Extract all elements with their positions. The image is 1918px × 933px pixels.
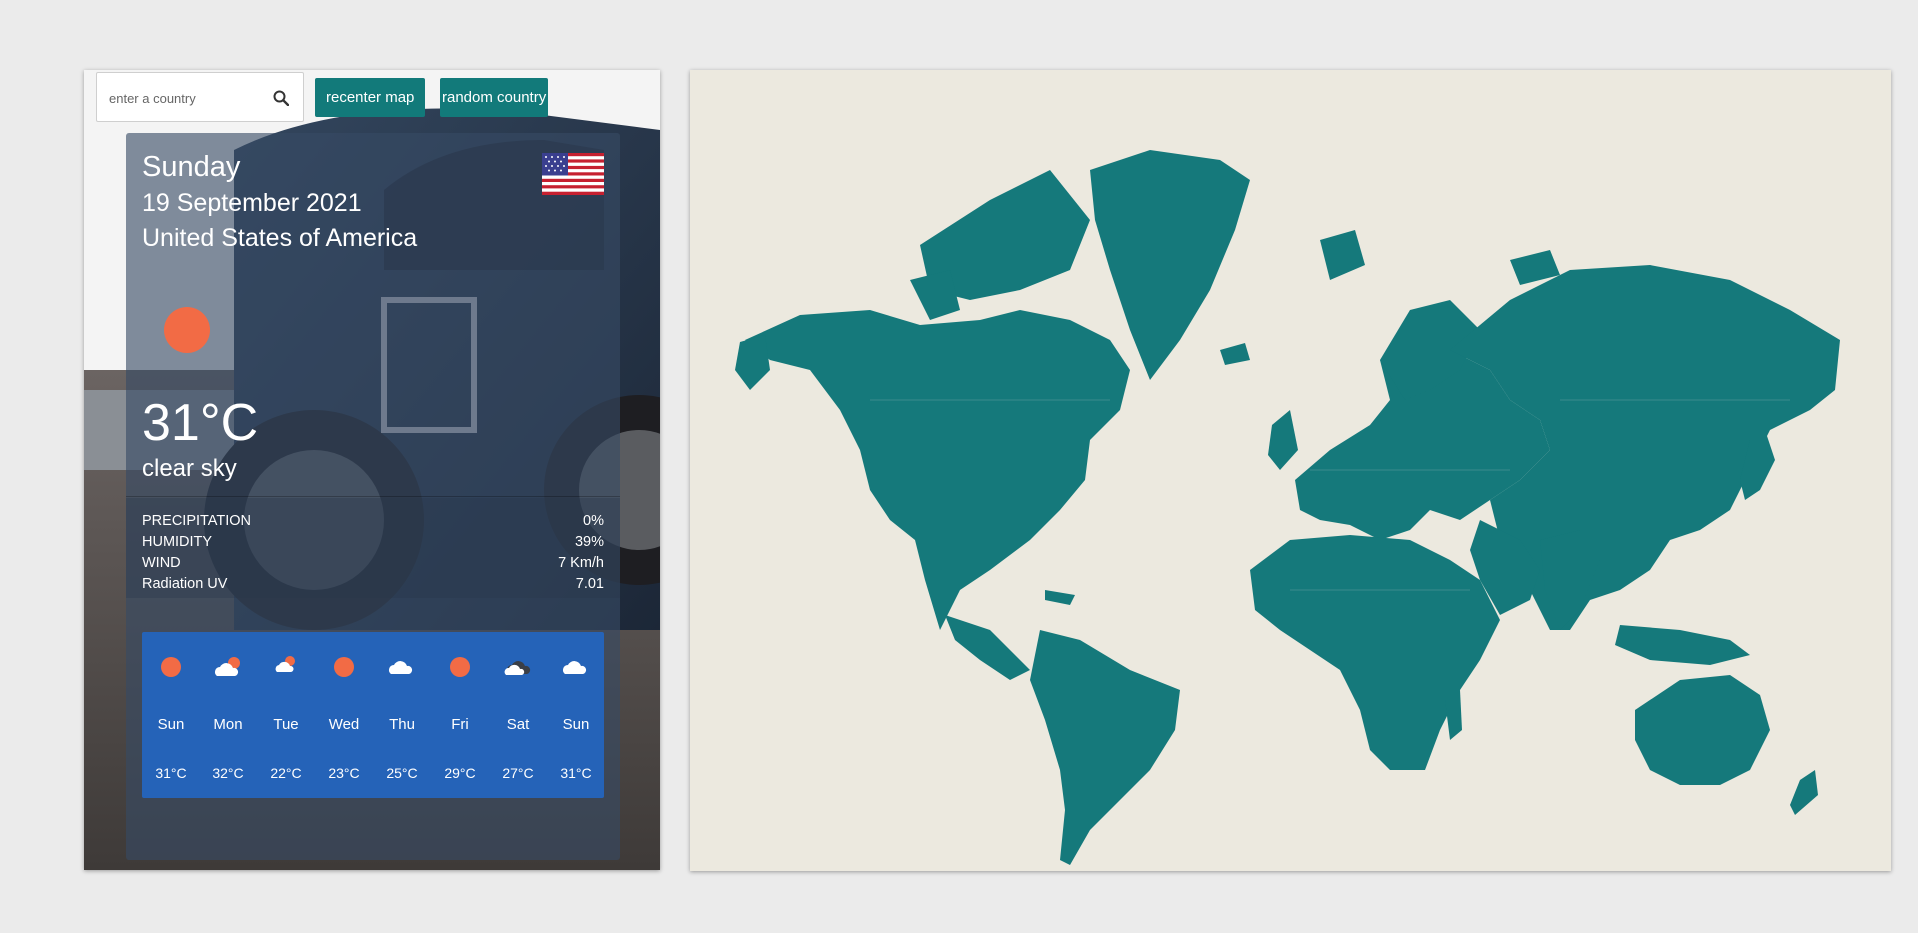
forecast-day-label: Sat xyxy=(506,716,530,733)
stat-precipitation: PRECIPITATION 0% xyxy=(142,513,604,533)
forecast-day: Wed 23°C xyxy=(315,632,373,798)
stat-value: 7 Km/h xyxy=(558,555,604,571)
weather-day: Sunday xyxy=(142,151,241,183)
forecast-day: Tue 22°C xyxy=(257,632,315,798)
forecast-temp: 23°C xyxy=(328,765,360,781)
north-america-landmass[interactable] xyxy=(745,310,1130,630)
sun-icon xyxy=(450,657,470,677)
stat-label: HUMIDITY xyxy=(142,534,213,550)
forecast-temp: 22°C xyxy=(270,765,302,781)
dark-cloud-icon xyxy=(504,661,531,675)
africa-landmass[interactable] xyxy=(1250,535,1500,770)
stat-label: Radiation UV xyxy=(142,576,228,592)
forecast-day: Sun 31°C xyxy=(142,632,200,798)
search-input[interactable] xyxy=(107,85,261,111)
random-country-button[interactable]: random country xyxy=(440,78,549,117)
forecast-day-label: Sun xyxy=(157,716,185,733)
stat-humidity: HUMIDITY 39% xyxy=(142,534,604,554)
sun-icon xyxy=(334,657,354,677)
central-america-landmass[interactable] xyxy=(945,615,1030,680)
new-zealand-landmass[interactable] xyxy=(1790,770,1818,815)
stat-label: PRECIPITATION xyxy=(142,513,252,529)
forecast-day-label: Wed xyxy=(328,716,360,733)
forecast-day: Sat 27°C xyxy=(489,632,547,798)
cloud-icon xyxy=(389,661,413,674)
cloud-icon xyxy=(563,661,587,674)
forecast-day: Sun 31°C xyxy=(547,632,605,798)
caribbean-islands[interactable] xyxy=(1045,590,1075,605)
iceland-landmass[interactable] xyxy=(1220,343,1250,365)
weather-card: Sunday 19 September 2021 United States o… xyxy=(126,133,620,860)
stat-value: 7.01 xyxy=(575,576,604,592)
forecast-temp: 32°C xyxy=(212,765,244,781)
australia-landmass[interactable] xyxy=(1635,675,1770,785)
weather-panel: recenter map random country Sunday 19 Se… xyxy=(84,70,660,870)
south-america-landmass[interactable] xyxy=(1030,630,1180,865)
forecast-day: Fri 29°C xyxy=(431,632,489,798)
sun-icon xyxy=(164,307,210,353)
forecast-day-label: Mon xyxy=(213,716,243,733)
weather-country: United States of America xyxy=(142,224,418,252)
stat-wind: WIND 7 Km/h xyxy=(142,555,604,575)
world-map[interactable] xyxy=(690,70,1891,871)
forecast-temp: 27°C xyxy=(502,765,534,781)
indonesia-islands[interactable] xyxy=(1615,625,1750,665)
forecast-day-label: Tue xyxy=(273,716,299,733)
weather-condition: clear sky xyxy=(142,455,237,482)
search-box xyxy=(96,72,304,122)
forecast-temp: 25°C xyxy=(386,765,418,781)
forecast-strip: Sun 31°C Mon 32°C Tue 22°C Wed 23°C Thu xyxy=(142,632,604,798)
usa-flag-icon xyxy=(542,153,604,195)
forecast-day: Thu 25°C xyxy=(373,632,431,798)
weather-date: 19 September 2021 xyxy=(142,189,362,217)
stat-value: 0% xyxy=(583,513,604,529)
search-icon[interactable] xyxy=(269,86,293,110)
uk-landmass[interactable] xyxy=(1268,410,1298,470)
forecast-temp: 31°C xyxy=(560,765,592,781)
cloud-sun-icon xyxy=(275,656,295,672)
recenter-map-button[interactable]: recenter map xyxy=(315,78,426,117)
stat-value: 39% xyxy=(574,534,604,550)
forecast-day-label: Fri xyxy=(451,716,469,733)
alaska-landmass[interactable] xyxy=(735,335,770,390)
current-temperature: 31°C xyxy=(142,394,259,452)
forecast-temp: 31°C xyxy=(155,765,187,781)
divider xyxy=(126,496,620,497)
forecast-day-label: Thu xyxy=(389,716,415,733)
forecast-temp: 29°C xyxy=(444,765,476,781)
forecast-day: Mon 32°C xyxy=(199,632,257,798)
greenland-landmass[interactable] xyxy=(1090,150,1250,380)
sun-icon xyxy=(161,657,181,677)
svalbard-landmass[interactable] xyxy=(1320,230,1365,280)
weather-stats: PRECIPITATION 0% HUMIDITY 39% WIND 7 Km/… xyxy=(126,498,620,598)
stat-label: WIND xyxy=(142,555,181,571)
stat-uv: Radiation UV 7.01 xyxy=(142,576,604,596)
forecast-day-label: Sun xyxy=(562,716,590,733)
cloud-sun-icon xyxy=(215,657,240,676)
